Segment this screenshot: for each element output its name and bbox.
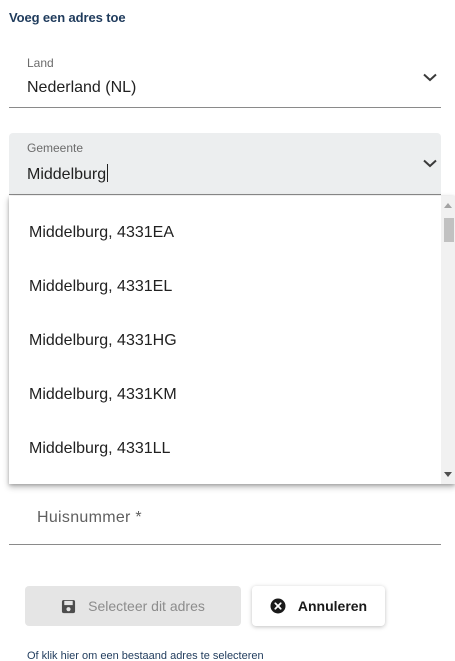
dropdown-scrollbar[interactable] — [441, 196, 455, 484]
dropdown-option[interactable]: Middelburg, 4331HG — [9, 314, 441, 368]
huisnummer-field[interactable]: Huisnummer * — [9, 493, 441, 545]
land-value: Nederland (NL) — [27, 79, 137, 96]
cancel-button[interactable]: Annuleren — [252, 586, 385, 626]
select-address-label: Selecteer dit adres — [88, 598, 205, 614]
save-icon — [62, 599, 76, 613]
dropdown-option[interactable]: Middelburg, 4331LL — [9, 422, 441, 476]
cancel-label: Annuleren — [297, 598, 368, 614]
scroll-up-arrow-icon[interactable] — [444, 203, 452, 208]
text-cursor — [107, 164, 109, 182]
huisnummer-placeholder: Huisnummer * — [37, 509, 142, 526]
dropdown-option[interactable]: Middelburg, 4331KM — [9, 368, 441, 422]
dropdown-option[interactable]: Middelburg, 4331EL — [9, 260, 441, 314]
scroll-down-arrow-icon[interactable] — [444, 472, 452, 477]
select-address-button[interactable]: Selecteer dit adres — [25, 586, 241, 626]
land-select[interactable]: Land Nederland (NL) — [9, 50, 441, 108]
gemeente-dropdown[interactable]: Middelburg, 4331EA Middelburg, 4331EL Mi… — [9, 196, 455, 484]
gemeente-value[interactable]: Middelburg — [27, 164, 109, 184]
select-existing-address-link[interactable]: Of klik hier om een bestaand adres te se… — [27, 650, 264, 661]
dropdown-option[interactable]: Middelburg, 4331EA — [9, 206, 441, 260]
scrollbar-thumb[interactable] — [444, 218, 454, 242]
land-label: Land — [27, 56, 54, 70]
gemeente-input[interactable]: Gemeente Middelburg — [9, 133, 441, 195]
close-circle-icon — [270, 598, 286, 614]
chevron-down-icon[interactable] — [421, 68, 439, 86]
gemeente-label: Gemeente — [27, 141, 84, 155]
dialog-title: Voeg een adres toe — [9, 10, 126, 25]
chevron-down-icon[interactable] — [421, 154, 439, 172]
